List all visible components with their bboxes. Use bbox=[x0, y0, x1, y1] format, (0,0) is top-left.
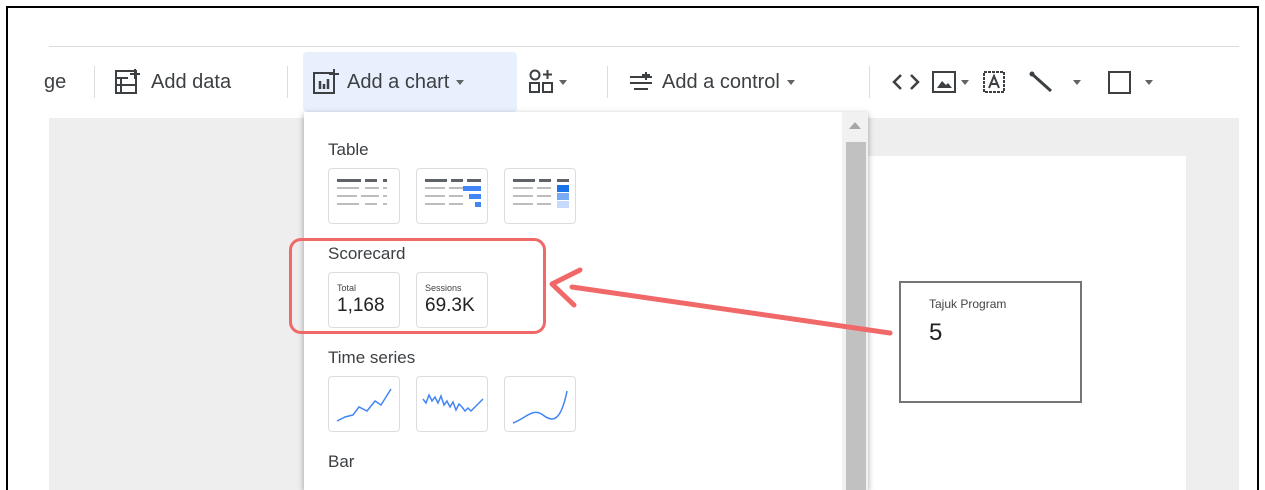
image-icon bbox=[929, 67, 959, 97]
time-series-icon bbox=[336, 388, 392, 422]
smoothed-line-icon bbox=[512, 390, 568, 424]
add-chart-label: Add a chart bbox=[347, 70, 450, 93]
text-box-button[interactable] bbox=[979, 52, 1009, 112]
add-control-label: Add a control bbox=[662, 70, 780, 93]
scroll-up-arrow-icon[interactable] bbox=[849, 122, 861, 129]
sparkline-icon bbox=[422, 393, 484, 413]
section-title-time-series: Time series bbox=[328, 348, 416, 367]
chart-option-time-series[interactable] bbox=[328, 376, 400, 432]
heatmap-table-icon bbox=[513, 179, 569, 208]
toolbar-divider bbox=[287, 66, 288, 98]
chart-option-table[interactable] bbox=[328, 168, 400, 224]
add-page-label: ge bbox=[44, 70, 67, 93]
canvas-scorecard-widget[interactable]: Tajuk Program 5 bbox=[899, 281, 1082, 403]
add-component-button[interactable] bbox=[527, 52, 567, 112]
add-control-button[interactable]: Add a control bbox=[626, 52, 795, 112]
widget-label: Tajuk Program bbox=[929, 297, 1007, 311]
section-title-bar: Bar bbox=[328, 452, 355, 471]
add-chart-button[interactable]: Add a chart bbox=[303, 52, 517, 112]
menu-scrollbar-thumb[interactable] bbox=[846, 142, 866, 490]
rectangle-icon bbox=[1105, 67, 1135, 97]
chevron-down-icon bbox=[456, 79, 465, 85]
chevron-down-icon bbox=[1073, 79, 1081, 85]
toolbar-divider bbox=[94, 66, 95, 98]
chart-option-sparkline[interactable] bbox=[416, 376, 488, 432]
chart-option-heatmap-table[interactable] bbox=[504, 168, 576, 224]
chart-option-table-with-bars[interactable] bbox=[416, 168, 488, 224]
toolbar-divider bbox=[607, 66, 608, 98]
components-icon bbox=[527, 67, 557, 97]
toolbar-top-border bbox=[49, 46, 1239, 47]
shape-button[interactable] bbox=[1105, 52, 1153, 112]
chevron-down-icon bbox=[786, 79, 795, 85]
image-button[interactable] bbox=[929, 52, 969, 112]
section-title-table: Table bbox=[328, 140, 369, 159]
chevron-down-icon bbox=[961, 79, 969, 85]
toolbar: ge Add data Add a chart Add a control bbox=[44, 52, 1239, 112]
control-icon bbox=[626, 67, 656, 97]
table-bars-icon bbox=[425, 179, 481, 207]
add-page-button[interactable]: ge bbox=[44, 52, 66, 112]
chevron-down-icon bbox=[1145, 79, 1153, 85]
chevron-down-icon bbox=[559, 79, 567, 85]
toolbar-divider bbox=[869, 66, 870, 98]
chart-option-smoothed-time-series[interactable] bbox=[504, 376, 576, 432]
add-chart-icon bbox=[311, 67, 341, 97]
add-data-button[interactable]: Add data bbox=[113, 52, 231, 112]
add-data-label: Add data bbox=[151, 70, 232, 93]
code-icon bbox=[889, 67, 923, 97]
text-box-icon bbox=[979, 67, 1009, 97]
add-data-icon bbox=[113, 67, 143, 97]
line-icon bbox=[1025, 67, 1059, 97]
embed-url-button[interactable] bbox=[889, 52, 923, 112]
widget-value: 5 bbox=[929, 319, 943, 346]
line-button[interactable] bbox=[1025, 52, 1081, 112]
table-chart-icon bbox=[337, 179, 387, 205]
scorecard-highlight-box bbox=[289, 238, 546, 334]
